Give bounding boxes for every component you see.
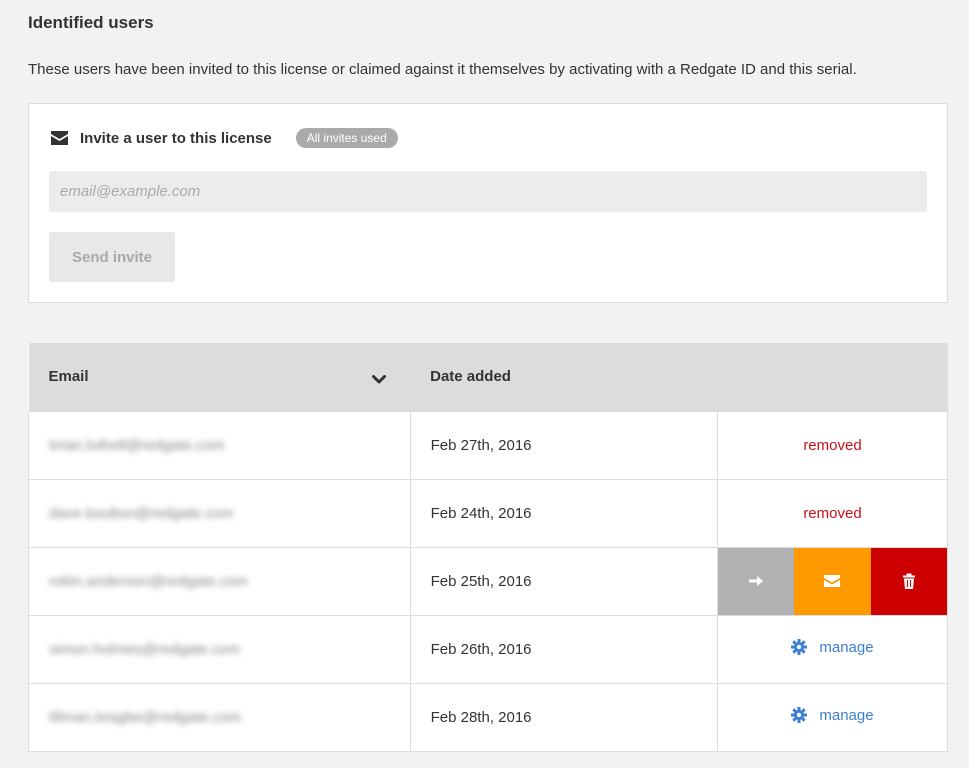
- email-header-label: Email: [48, 368, 89, 386]
- actions-cell: [717, 546, 949, 616]
- section-title: Identified users: [28, 13, 154, 32]
- table-row: robin.anderson@redgate.com Feb 25th, 201…: [28, 546, 949, 616]
- manage-label: manage: [819, 638, 874, 656]
- identified-users-panel: Identified users These users have been i…: [4, 0, 969, 768]
- action-column-header: [717, 343, 948, 411]
- date-cell: Feb 25th, 2016: [410, 546, 718, 616]
- user-email: robin.anderson@redgate.com: [49, 572, 248, 590]
- user-email: brian.luthell@redgate.com: [49, 436, 225, 454]
- delete-user-button[interactable]: [870, 547, 947, 615]
- removed-label: removed: [803, 504, 862, 522]
- status-cell: removed: [717, 410, 949, 480]
- table-row: simon.holmes@redgate.com Feb 26th, 2016: [28, 614, 949, 684]
- manage-cell: manage: [717, 614, 949, 684]
- row-action-buttons: [717, 547, 947, 615]
- status-badge: All invites used: [295, 128, 398, 148]
- manage-link[interactable]: manage: [791, 638, 874, 656]
- user-email: simon.holmes@redgate.com: [49, 640, 241, 658]
- email-cell: lillman.bragbe@redgate.com: [28, 682, 411, 752]
- manage-label: manage: [819, 706, 874, 724]
- resend-invite-button[interactable]: [794, 547, 871, 615]
- manage-cell: manage: [717, 682, 949, 752]
- section-description: These users have been invited to this li…: [28, 61, 857, 78]
- table-row: brian.luthell@redgate.com Feb 27th, 2016…: [28, 410, 949, 480]
- status-cell: removed: [717, 478, 949, 548]
- transfer-button[interactable]: [717, 547, 795, 615]
- arrow-right-icon: [748, 573, 764, 589]
- removed-label: removed: [803, 436, 862, 454]
- users-table: Email Date added brian.luthell@redgate.c…: [28, 343, 949, 752]
- email-field[interactable]: [49, 171, 927, 212]
- table-header-row: Email Date added: [28, 343, 948, 411]
- gear-icon: [791, 639, 808, 656]
- table-row: dave.boulton@redgate.com Feb 24th, 2016 …: [28, 478, 949, 548]
- email-cell: simon.holmes@redgate.com: [28, 614, 411, 684]
- email-column-header[interactable]: Email: [28, 343, 411, 411]
- email-cell: brian.luthell@redgate.com: [28, 410, 411, 480]
- mail-icon: [824, 573, 841, 589]
- trash-icon: [901, 573, 917, 589]
- user-email: dave.boulton@redgate.com: [49, 504, 234, 522]
- gear-icon: [791, 707, 808, 724]
- email-cell: robin.anderson@redgate.com: [28, 546, 411, 616]
- table-row: lillman.bragbe@redgate.com Feb 28th, 201…: [28, 682, 949, 752]
- invite-label: Invite a user to this license: [80, 129, 272, 147]
- date-cell: Feb 27th, 2016: [410, 410, 718, 480]
- invite-card: Invite a user to this license All invite…: [28, 103, 948, 303]
- date-column-header[interactable]: Date added: [410, 343, 718, 411]
- email-cell: dave.boulton@redgate.com: [28, 478, 411, 548]
- page: Identified users These users have been i…: [0, 0, 969, 768]
- date-cell: Feb 26th, 2016: [410, 614, 718, 684]
- mail-icon: [51, 131, 68, 145]
- user-email: lillman.bragbe@redgate.com: [49, 708, 241, 726]
- invite-header: Invite a user to this license All invite…: [51, 128, 398, 148]
- chevron-down-icon[interactable]: [372, 372, 387, 384]
- manage-link[interactable]: manage: [791, 706, 874, 724]
- send-invite-button[interactable]: Send invite: [49, 232, 175, 282]
- date-cell: Feb 24th, 2016: [410, 478, 718, 548]
- date-cell: Feb 28th, 2016: [410, 682, 718, 752]
